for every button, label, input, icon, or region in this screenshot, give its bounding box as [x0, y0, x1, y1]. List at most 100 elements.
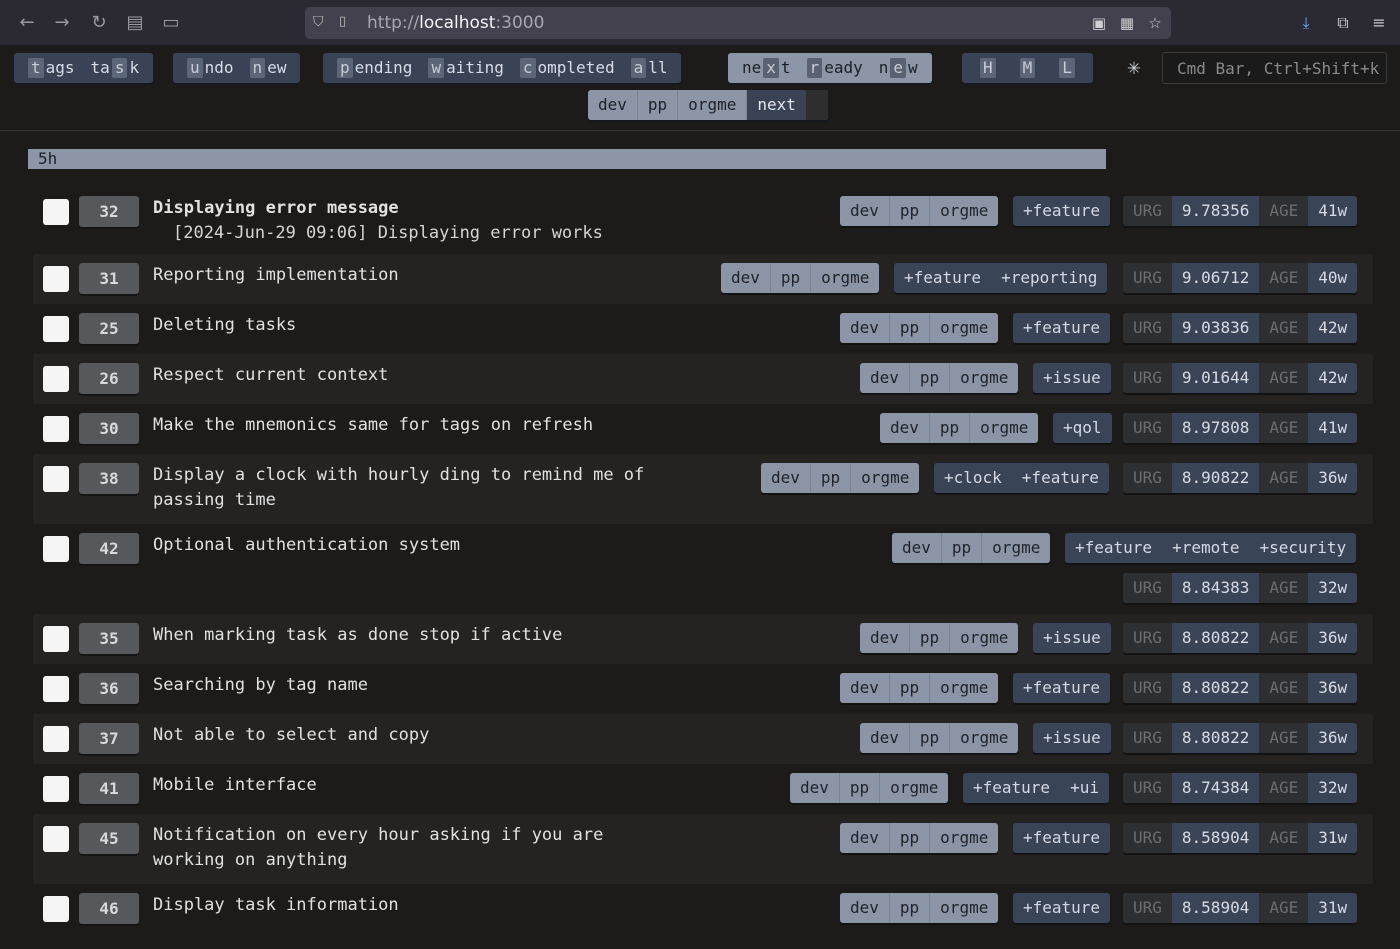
tag-pill[interactable]: +remote	[1162, 533, 1249, 563]
url-text[interactable]: http://localhost:3000	[367, 13, 544, 33]
task-checkbox[interactable]	[43, 826, 69, 852]
task-id-button[interactable]: 42	[79, 533, 139, 564]
sidebar-icon[interactable]: ▤	[122, 10, 148, 36]
project-pill[interactable]: orgme	[880, 773, 948, 803]
context-pp[interactable]: pp	[638, 90, 679, 120]
task-checkbox[interactable]	[43, 726, 69, 752]
priority-high-button[interactable]: H	[968, 53, 1008, 83]
project-pill[interactable]: pp	[910, 363, 951, 393]
container-icon[interactable]: ▭	[158, 10, 184, 36]
extensions-grid-icon[interactable]: ▦	[1117, 13, 1137, 33]
tag-pill[interactable]: +feature	[963, 773, 1060, 803]
context-dev[interactable]: dev	[588, 90, 638, 120]
project-pill[interactable]: pp	[942, 533, 983, 563]
task-id-button[interactable]: 26	[79, 363, 139, 394]
download-icon[interactable]: ⤓	[1293, 10, 1319, 36]
project-pill[interactable]: pp	[910, 623, 951, 653]
shield-icon[interactable]: ⛉	[313, 14, 327, 30]
project-pill[interactable]: orgme	[811, 263, 879, 293]
priority-medium-button[interactable]: M	[1008, 53, 1048, 83]
all-button[interactable]: a ll	[623, 53, 676, 83]
ready-button[interactable]: r eady	[799, 53, 871, 83]
new-report-button[interactable]: new	[871, 53, 926, 83]
task-checkbox[interactable]	[43, 896, 69, 922]
project-pill[interactable]: orgme	[930, 196, 998, 226]
project-pill[interactable]: orgme	[851, 463, 919, 493]
task-checkbox[interactable]	[43, 316, 69, 342]
task-id-button[interactable]: 38	[79, 463, 139, 494]
task-id-button[interactable]: 37	[79, 723, 139, 754]
project-pill[interactable]: dev	[860, 623, 910, 653]
project-pill[interactable]: pp	[890, 893, 931, 923]
project-pill[interactable]: dev	[840, 673, 890, 703]
tag-pill[interactable]: +issue	[1033, 363, 1111, 393]
tag-pill[interactable]: +issue	[1033, 623, 1111, 653]
task-id-button[interactable]: 45	[79, 823, 139, 854]
completed-button[interactable]: c ompleted	[512, 53, 623, 83]
pending-button[interactable]: p ending	[329, 53, 420, 83]
reload-icon[interactable]: ↻	[86, 10, 112, 36]
reader-mode-icon[interactable]: ▣	[1089, 13, 1109, 33]
asterisk-icon[interactable]: ✳	[1123, 55, 1145, 81]
tag-pill[interactable]: +feature	[1013, 673, 1110, 703]
task-checkbox[interactable]	[43, 676, 69, 702]
project-pill[interactable]: dev	[840, 823, 890, 853]
project-pill[interactable]: pp	[811, 463, 852, 493]
task-id-button[interactable]: 41	[79, 773, 139, 804]
url-bar[interactable]: ⛉ ▯ http://localhost:3000 ▣ ▦ ☆	[305, 7, 1171, 39]
tag-pill[interactable]: +clock	[934, 463, 1012, 493]
task-checkbox[interactable]	[43, 199, 69, 225]
tag-pill[interactable]: +feature	[1013, 313, 1110, 343]
waiting-button[interactable]: w aiting	[420, 53, 511, 83]
tag-pill[interactable]: +feature	[1013, 893, 1110, 923]
task-id-button[interactable]: 36	[79, 673, 139, 704]
project-pill[interactable]: dev	[761, 463, 811, 493]
task-button[interactable]: ta s k	[83, 53, 148, 83]
project-pill[interactable]: orgme	[930, 673, 998, 703]
project-pill[interactable]: pp	[771, 263, 812, 293]
task-checkbox[interactable]	[43, 266, 69, 292]
task-id-button[interactable]: 46	[79, 893, 139, 924]
task-id-button[interactable]: 35	[79, 623, 139, 654]
project-pill[interactable]: pp	[890, 823, 931, 853]
extensions-icon[interactable]: ⧉	[1330, 10, 1356, 36]
project-pill[interactable]: orgme	[950, 723, 1018, 753]
new-button[interactable]: n ew	[242, 53, 295, 83]
project-pill[interactable]: orgme	[930, 313, 998, 343]
forward-icon[interactable]: →	[49, 10, 75, 36]
tag-pill[interactable]: +feature	[1012, 463, 1109, 493]
tag-pill[interactable]: +issue	[1033, 723, 1111, 753]
tag-pill[interactable]: +feature	[1013, 196, 1110, 226]
project-pill[interactable]: pp	[890, 313, 931, 343]
tag-pill[interactable]: +feature	[1013, 823, 1110, 853]
project-pill[interactable]: dev	[892, 533, 942, 563]
project-pill[interactable]: orgme	[982, 533, 1050, 563]
project-pill[interactable]: pp	[840, 773, 881, 803]
priority-low-button[interactable]: L	[1047, 53, 1087, 83]
menu-icon[interactable]: ≡	[1366, 10, 1392, 36]
tag-pill[interactable]: +security	[1250, 533, 1357, 563]
task-checkbox[interactable]	[43, 626, 69, 652]
tag-pill[interactable]: +ui	[1060, 773, 1109, 803]
context-next[interactable]: next	[747, 90, 806, 120]
tag-pill[interactable]: +feature	[894, 263, 991, 293]
next-button[interactable]: ne x t	[734, 53, 799, 83]
task-checkbox[interactable]	[43, 776, 69, 802]
project-pill[interactable]: dev	[860, 723, 910, 753]
project-pill[interactable]: orgme	[950, 623, 1018, 653]
task-checkbox[interactable]	[43, 416, 69, 442]
project-pill[interactable]: orgme	[930, 893, 998, 923]
tag-pill[interactable]: +qol	[1053, 413, 1112, 443]
back-icon[interactable]: ←	[14, 10, 40, 36]
project-pill[interactable]: dev	[840, 196, 890, 226]
project-pill[interactable]: orgme	[950, 363, 1018, 393]
project-pill[interactable]: orgme	[970, 413, 1038, 443]
task-checkbox[interactable]	[43, 536, 69, 562]
project-pill[interactable]: dev	[790, 773, 840, 803]
tag-pill[interactable]: +reporting	[991, 263, 1107, 293]
task-checkbox[interactable]	[43, 466, 69, 492]
bookmark-star-icon[interactable]: ☆	[1145, 13, 1165, 33]
task-id-button[interactable]: 31	[79, 263, 139, 294]
context-empty[interactable]	[805, 90, 828, 120]
project-pill[interactable]: dev	[860, 363, 910, 393]
